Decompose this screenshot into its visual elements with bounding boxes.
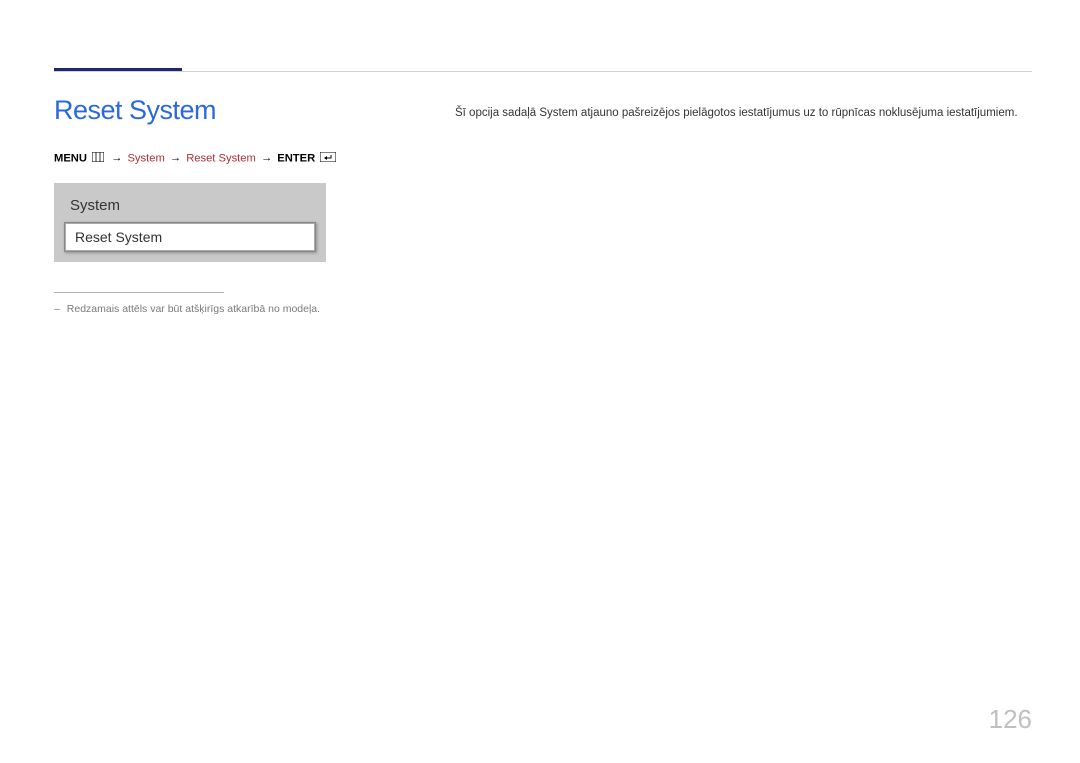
footnote: – Redzamais attēls var būt atšķirīgs atk… [54, 303, 414, 315]
breadcrumb-reset-system: Reset System [186, 152, 256, 164]
footnote-text: Redzamais attēls var būt atšķirīgs atkar… [67, 303, 320, 315]
description-text: Šī opcija sadaļā System atjauno pašreizē… [455, 105, 1032, 122]
enter-icon [320, 152, 336, 165]
menu-preview-title: System [64, 193, 316, 222]
page-number: 126 [989, 704, 1032, 735]
top-divider [54, 71, 1032, 72]
menu-icon [92, 152, 104, 165]
breadcrumb-arrow: → [170, 152, 181, 164]
breadcrumb: MENU → System → Reset System → ENTER [54, 152, 414, 165]
footnote-divider [54, 292, 224, 293]
footnote-dash: – [54, 303, 60, 315]
breadcrumb-menu-label: MENU [54, 152, 87, 164]
breadcrumb-enter-label: ENTER [277, 152, 315, 164]
breadcrumb-arrow: → [261, 152, 272, 164]
menu-preview-panel: System Reset System [54, 183, 326, 262]
breadcrumb-system: System [127, 152, 164, 164]
breadcrumb-arrow: → [111, 152, 122, 164]
page-title: Reset System [54, 95, 414, 126]
menu-preview-item-reset-system: Reset System [64, 222, 316, 252]
